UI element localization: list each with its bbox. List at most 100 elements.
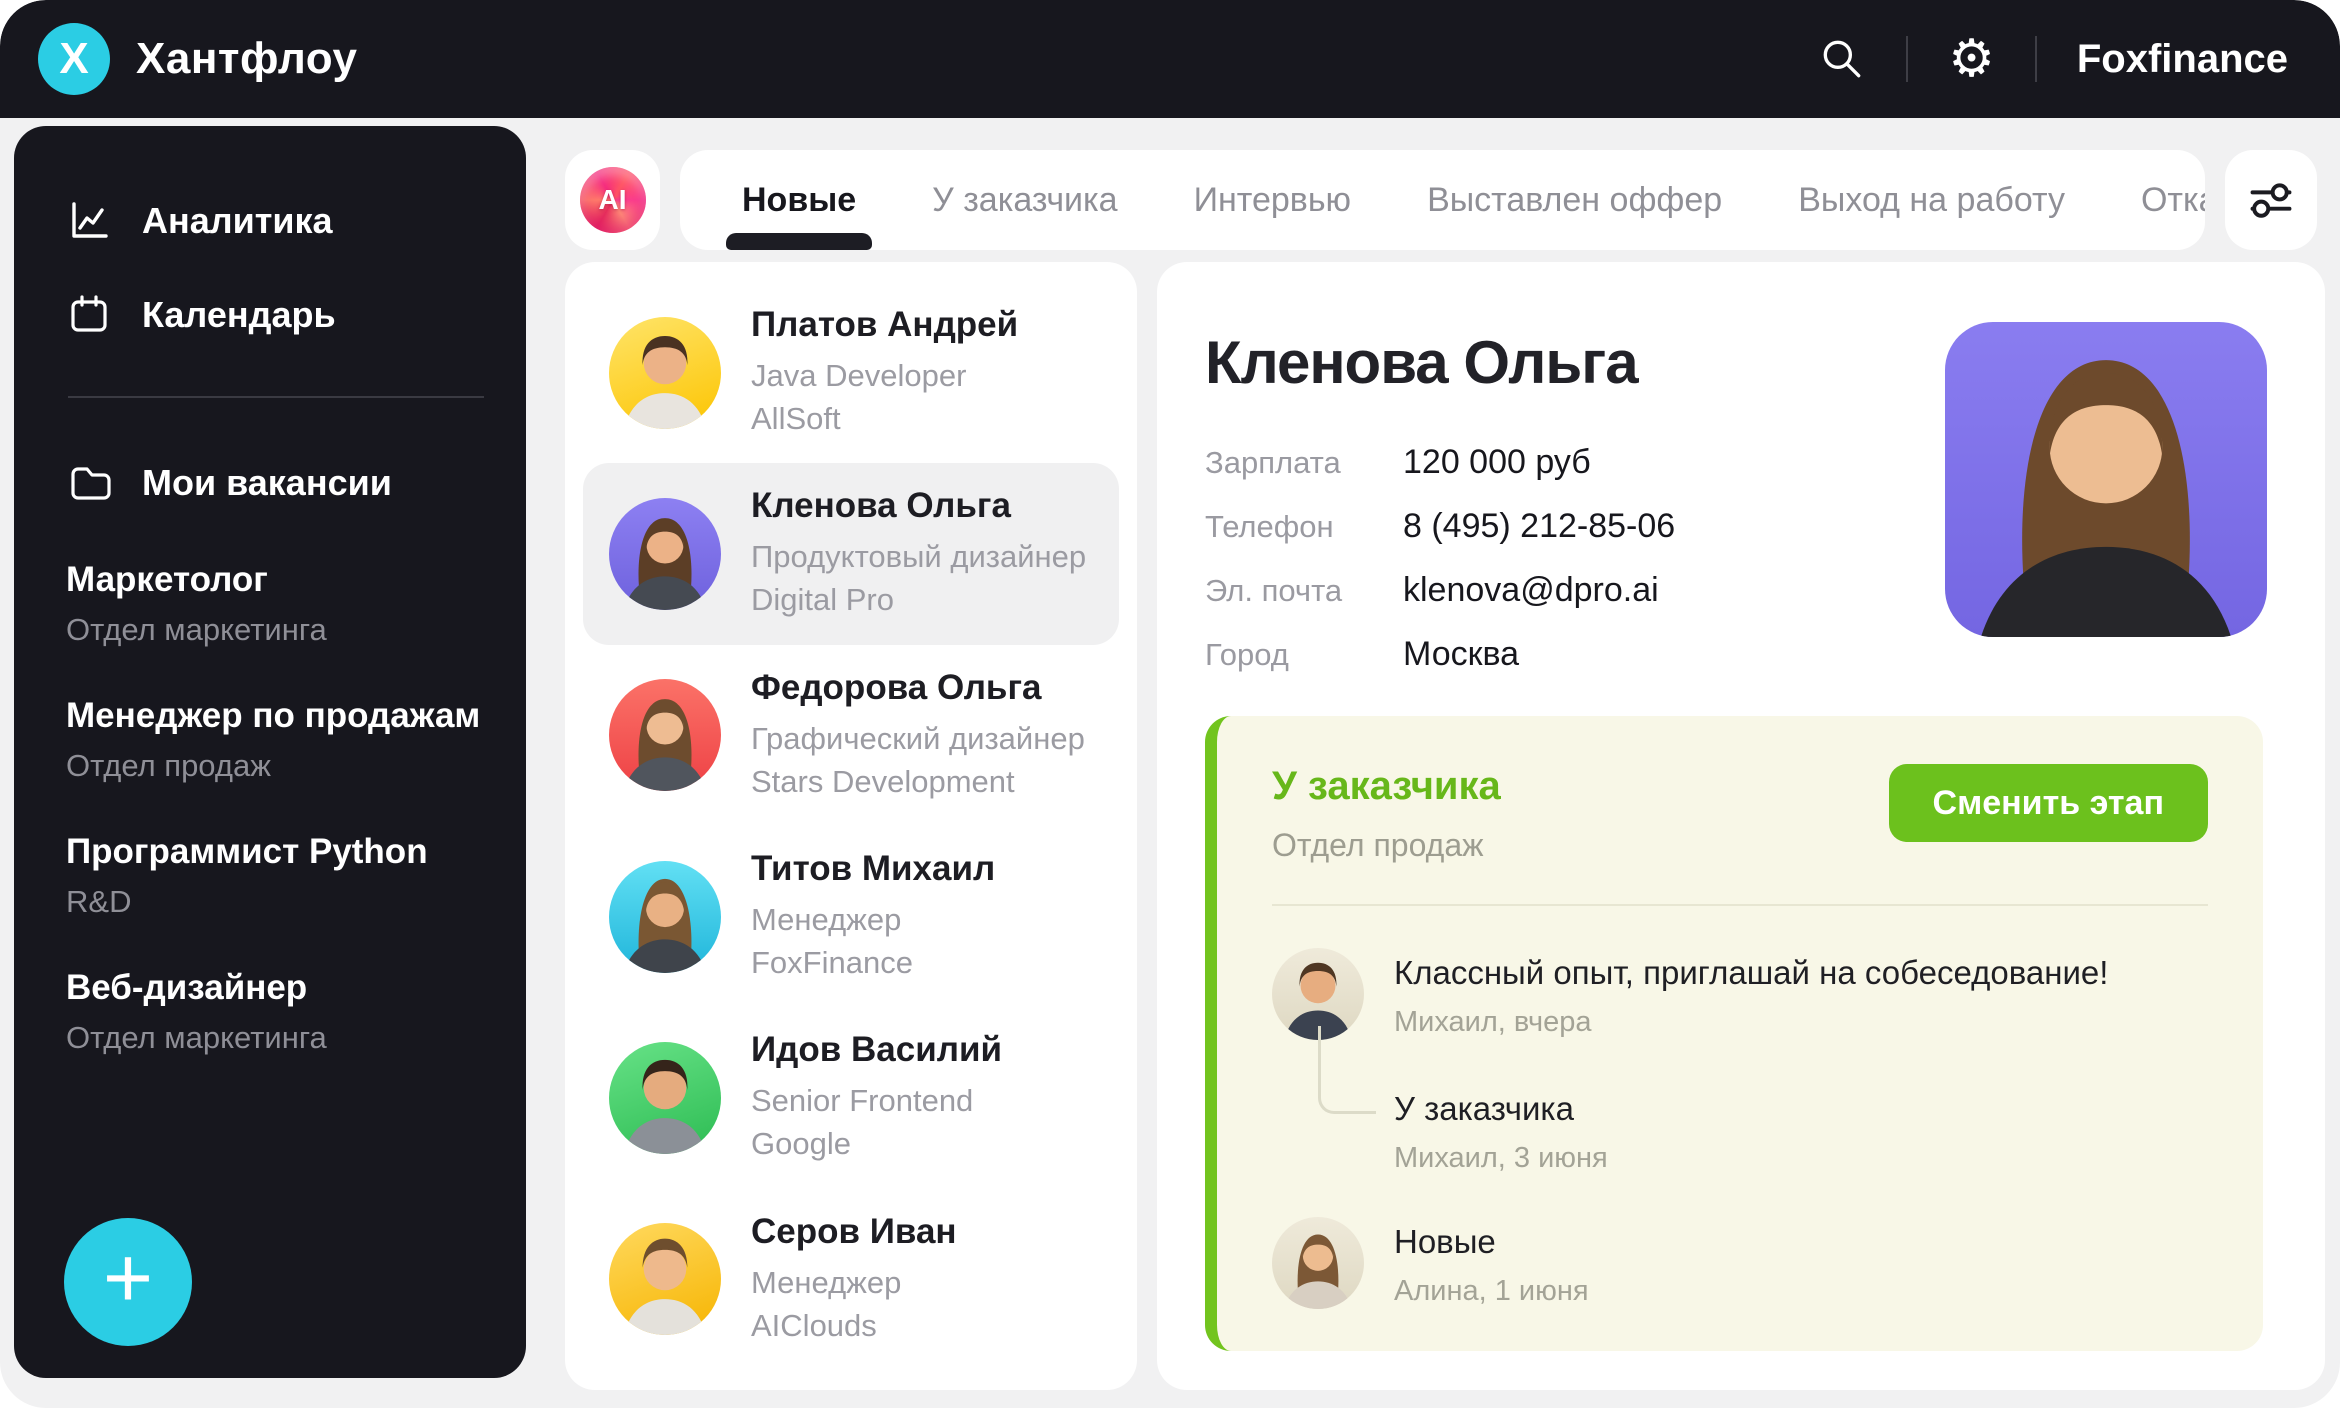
candidate-company: AllSoft (751, 397, 1018, 440)
vacancy-item[interactable]: Маркетолог Отдел маркетинга (66, 560, 490, 648)
search-icon[interactable] (1818, 35, 1866, 83)
vacancy-title: Менеджер по продажам (66, 696, 490, 736)
sidebar-item-calendar[interactable]: Календарь (66, 292, 490, 338)
comment-meta: Михаил, вчера (1394, 1006, 2108, 1039)
candidate-row[interactable]: Идов Василий Senior Frontend Google (583, 1007, 1119, 1188)
candidate-row-selected[interactable]: Кленова Ольга Продуктовый дизайнер Digit… (583, 463, 1119, 644)
topbar-divider (1906, 36, 1908, 82)
candidate-role: Java Developer (751, 354, 1018, 397)
filter-sliders-icon (2246, 175, 2296, 225)
candidate-detail-panel: Кленова Ольга Зарплата 120 000 руб Телеф… (1157, 262, 2325, 1390)
stage-change-text: У заказчика (1394, 1090, 2208, 1128)
candidate-company: Google (751, 1122, 1002, 1165)
stage-change-text: Новые (1394, 1223, 1589, 1261)
sidebar-divider (68, 396, 484, 398)
avatar (609, 1042, 721, 1154)
candidate-row[interactable]: Федорова Ольга Графический дизайнер Star… (583, 645, 1119, 826)
avatar (609, 679, 721, 791)
stage-card: У заказчика Отдел продаж Сменить этап Кл… (1205, 716, 2263, 1351)
candidate-list: Платов Андрей Java Developer AllSoft Кле… (565, 262, 1137, 1390)
candidate-row[interactable]: Титов Михаил Менеджер FoxFinance (583, 826, 1119, 1007)
candidate-role: Менеджер (751, 1261, 957, 1304)
sidebar-item-analytics[interactable]: Аналитика (66, 198, 490, 244)
candidate-name: Идов Василий (751, 1030, 1002, 1070)
tab-offer-sent[interactable]: Выставлен оффер (1389, 150, 1760, 250)
vacancy-department: R&D (66, 884, 490, 920)
stage-divider (1272, 904, 2208, 906)
sidebar-item-label: Мои вакансии (142, 462, 392, 504)
topbar-divider (2035, 36, 2037, 82)
vacancy-title: Маркетолог (66, 560, 490, 600)
stage-change-meta: Алина, 1 июня (1394, 1275, 1589, 1308)
avatar (609, 498, 721, 610)
huntflow-logo-icon: X (38, 23, 110, 95)
sidebar-item-label: Аналитика (142, 200, 333, 242)
candidate-name: Кленова Ольга (751, 486, 1086, 526)
candidate-row[interactable]: Платов Андрей Java Developer AllSoft (583, 282, 1119, 463)
candidate-name: Федорова Ольга (751, 668, 1085, 708)
vacancy-title: Программист Python (66, 832, 490, 872)
sidebar: Аналитика Календарь Мои вакансии Маркето… (14, 126, 526, 1378)
sidebar-item-label: Календарь (142, 294, 336, 336)
analytics-icon (66, 198, 112, 244)
logo-letter: X (59, 34, 88, 84)
folder-icon (66, 460, 112, 506)
candidate-name: Серов Иван (751, 1212, 957, 1252)
stage-subtitle: Отдел продаж (1272, 827, 1501, 864)
field-label: Эл. почта (1205, 573, 1375, 609)
add-vacancy-button[interactable]: + (64, 1218, 192, 1346)
timeline-entry: Классный опыт, приглашай на собеседовани… (1272, 948, 2208, 1040)
thread-connector-line (1318, 1026, 1376, 1114)
tab-at-client[interactable]: У заказчика (894, 150, 1155, 250)
brand: X Хантфлоу (38, 23, 358, 95)
gear-icon[interactable]: ⚙ (1948, 33, 1995, 85)
tab-new[interactable]: Новые (704, 150, 894, 250)
vacancy-department: Отдел маркетинга (66, 1020, 490, 1056)
app-window: X Хантфлоу ⚙ Foxfinance (0, 0, 2340, 1408)
candidate-row[interactable]: Серов Иван Менеджер AIClouds (583, 1189, 1119, 1370)
vacancy-item[interactable]: Менеджер по продажам Отдел продаж (66, 696, 490, 784)
candidate-role: Senior Frontend (751, 1079, 1002, 1122)
tab-rejected[interactable]: Отказ (2103, 150, 2205, 250)
stage-change-meta: Михаил, 3 июня (1394, 1142, 2208, 1175)
candidate-photo (1945, 322, 2267, 637)
candidate-company: Stars Development (751, 760, 1085, 803)
stage-tabs: Новые У заказчика Интервью Выставлен офф… (680, 150, 2205, 250)
app-title: Хантфлоу (136, 34, 358, 84)
candidate-company: Digital Pro (751, 578, 1086, 621)
comment-text: Классный опыт, приглашай на собеседовани… (1394, 954, 2108, 992)
page-background: X Хантфлоу ⚙ Foxfinance (0, 0, 2340, 1408)
field-label: Город (1205, 637, 1375, 673)
candidate-name: Платов Андрей (751, 305, 1018, 345)
ai-icon: AI (580, 167, 646, 233)
stage-title: У заказчика (1272, 764, 1501, 809)
vacancy-item[interactable]: Программист Python R&D (66, 832, 490, 920)
sidebar-item-my-vacancies[interactable]: Мои вакансии (66, 460, 490, 506)
field-label: Телефон (1205, 509, 1375, 545)
account-name[interactable]: Foxfinance (2077, 37, 2288, 82)
avatar (1272, 1217, 1364, 1309)
candidate-company: AIClouds (751, 1304, 957, 1347)
tab-start-work[interactable]: Выход на работу (1760, 150, 2103, 250)
plus-icon: + (103, 1235, 153, 1321)
vacancy-department: Отдел маркетинга (66, 612, 490, 648)
candidate-role: Продуктовый дизайнер (751, 535, 1086, 578)
vacancy-item[interactable]: Веб-дизайнер Отдел маркетинга (66, 968, 490, 1056)
timeline-entry: Новые Алина, 1 июня (1272, 1217, 2208, 1309)
vacancy-title: Веб-дизайнер (66, 968, 490, 1008)
candidate-role: Менеджер (751, 898, 995, 941)
ai-label: AI (599, 184, 627, 216)
ai-assistant-button[interactable]: AI (565, 150, 660, 250)
topbar-actions: ⚙ Foxfinance (1818, 33, 2288, 85)
timeline: Классный опыт, приглашай на собеседовани… (1272, 948, 2208, 1309)
stage-header: У заказчика Отдел продаж Сменить этап (1272, 764, 2208, 864)
topbar: X Хантфлоу ⚙ Foxfinance (0, 0, 2340, 118)
field-value-city: Москва (1403, 635, 2263, 674)
change-stage-button[interactable]: Сменить этап (1889, 764, 2208, 842)
avatar (609, 317, 721, 429)
candidate-name: Титов Михаил (751, 849, 995, 889)
vacancy-department: Отдел продаж (66, 748, 490, 784)
tab-interview[interactable]: Интервью (1156, 150, 1390, 250)
field-label: Зарплата (1205, 445, 1375, 481)
filter-button[interactable] (2225, 150, 2317, 250)
